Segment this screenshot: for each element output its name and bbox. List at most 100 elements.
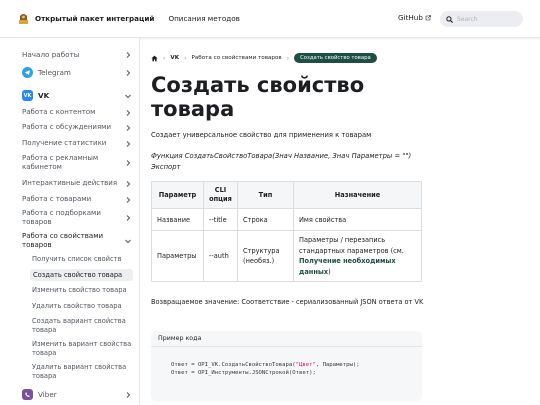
table-cell: Имя свойства	[293, 208, 422, 231]
chevron-right-icon[interactable]	[124, 391, 132, 399]
brand[interactable]: Открытый пакет интеграций	[18, 12, 154, 25]
sidebar-item-label: Работа с рекламным кабинетом	[22, 154, 99, 171]
breadcrumb-vk[interactable]: VK	[170, 55, 179, 61]
table-cell: Структура (необяз.)	[237, 230, 294, 282]
table-row: Параметры --auth Структура (необяз.) Пар…	[151, 230, 422, 282]
chevron-right-icon[interactable]	[124, 214, 132, 222]
column-header: Тип	[237, 181, 294, 209]
column-header: Назначение	[293, 181, 422, 209]
chevron-right-icon[interactable]	[124, 159, 132, 167]
sidebar: Начало работы Telegram VK VK Работа с ко…	[0, 38, 140, 405]
chevron-right-icon[interactable]	[124, 140, 132, 148]
sidebar-item-interactive[interactable]: Интерактивные действия	[22, 179, 117, 187]
code-token: Ответ = OPI_VK.СоздатьСвойствоТовара(	[171, 362, 296, 368]
sidebar-item-label: VK	[38, 91, 50, 100]
table-cell: Параметры / перезапись стандартных парам…	[293, 230, 422, 282]
table-cell: --title	[203, 208, 238, 231]
code-string: "Цвет"	[295, 362, 316, 368]
purpose-text: Параметры / перезапись стандартных парам…	[299, 236, 404, 255]
sidebar-item-discussions[interactable]: Работа с обсуждениями	[22, 123, 111, 131]
sidebar-item-label: Работа с подборками товаров	[22, 209, 101, 226]
chevron-down-icon[interactable]	[124, 92, 132, 100]
sidebar-item-create-property[interactable]: Создать свойство товара	[30, 269, 133, 281]
sidebar-item-delete-property[interactable]: Удалить свойство товара	[32, 302, 122, 310]
sidebar-item-collections[interactable]: Работа с подборками товаров	[22, 209, 117, 227]
sidebar-item-viber[interactable]: Viber	[22, 389, 57, 400]
breadcrumb-separator-icon: ›	[184, 54, 187, 62]
code-line-1: Ответ = OPI_VK.СоздатьСвойствоТовара("Цв…	[171, 362, 360, 368]
sidebar-item-edit-variant[interactable]: Изменить вариант свойства товара	[32, 340, 132, 358]
search-box[interactable]: Search	[440, 11, 523, 27]
sidebar-item-label: Viber	[38, 390, 57, 399]
code-example: Пример кода Ответ = OPI_VK.СоздатьСвойст…	[151, 331, 422, 401]
code-line-2: Ответ = OPI_Инструменты.JSONСтрокой(Отве…	[171, 370, 316, 376]
table-header-row: Параметр CLI опция Тип Назначение	[151, 181, 422, 209]
chevron-down-icon[interactable]	[124, 237, 132, 245]
methods-link[interactable]: Описания методов	[168, 14, 239, 23]
telegram-icon	[22, 67, 33, 78]
sidebar-item-vk[interactable]: VK VK	[22, 90, 49, 101]
code-block: Ответ = OPI_VK.СоздатьСвойствоТовара("Цв…	[151, 347, 422, 391]
sidebar-item-label: Создать вариант свойства товара	[32, 317, 126, 334]
breadcrumb-properties[interactable]: Работа со свойствами товаров	[191, 55, 281, 61]
sidebar-item-delete-variant[interactable]: Удалить вариант свойства товара	[32, 363, 132, 381]
code-example-header[interactable]: Пример кода	[151, 331, 422, 347]
sidebar-item-create-variant[interactable]: Создать вариант свойства товара	[32, 317, 132, 335]
parameters-table: Параметр CLI опция Тип Назначение Назван…	[151, 181, 422, 282]
sidebar-item-label: Изменить вариант свойства товара	[32, 340, 132, 357]
table-cell: Строка	[237, 208, 294, 231]
sidebar-item-products[interactable]: Работа с товарами	[22, 195, 91, 203]
chevron-right-icon[interactable]	[124, 180, 132, 188]
logo-icon	[19, 14, 28, 24]
sidebar-item-label: Работа со свойствами товаров	[22, 232, 104, 249]
vk-icon: VK	[22, 90, 33, 101]
github-link[interactable]: GitHub	[398, 13, 431, 22]
sidebar-item-label: Работа с обсуждениями	[22, 123, 111, 131]
table-row: Название --title Строка Имя свойства	[151, 208, 422, 231]
breadcrumb-separator-icon: ›	[286, 54, 290, 62]
breadcrumb: › VK › Работа со свойствами товаров › Со…	[151, 52, 377, 64]
sidebar-item-telegram[interactable]: Telegram	[22, 67, 71, 78]
table-cell: Параметры	[151, 230, 204, 282]
sidebar-item-label: Работа с контентом	[22, 108, 96, 116]
viber-icon	[22, 389, 33, 400]
sidebar-item-get-properties[interactable]: Получить список свойств	[32, 255, 122, 263]
sidebar-item-start[interactable]: Начало работы	[22, 50, 79, 59]
search-icon	[446, 15, 453, 23]
required-data-link[interactable]: Получение необходимых данных	[299, 257, 396, 276]
top-navbar: Открытый пакет интеграций Описания метод…	[0, 0, 540, 38]
chevron-right-icon[interactable]	[124, 69, 132, 77]
sidebar-item-label: Создать свойство товара	[33, 271, 123, 279]
breadcrumb-current: Создать свойство товара	[294, 53, 377, 63]
home-icon[interactable]	[151, 55, 158, 62]
sidebar-item-content[interactable]: Работа с контентом	[22, 108, 95, 116]
function-signature: Функция СоздатьСвойствоТовара(Знач Назва…	[151, 152, 412, 171]
page-description: Создает универсальное свойство для приме…	[151, 131, 372, 139]
column-header: CLI опция	[203, 181, 238, 209]
page-title: Создать свойство товара	[151, 73, 365, 121]
table-cell: Название	[151, 208, 204, 231]
sidebar-item-label: Удалить свойство товара	[32, 302, 122, 310]
sidebar-item-ads[interactable]: Работа с рекламным кабинетом	[22, 154, 117, 172]
sidebar-item-label: Удалить вариант свойства товара	[32, 363, 127, 380]
sidebar-item-label: Интерактивные действия	[22, 179, 118, 187]
chevron-right-icon[interactable]	[124, 196, 132, 204]
chevron-right-icon[interactable]	[124, 109, 132, 117]
sidebar-item-label: Начало работы	[22, 50, 80, 59]
search-input[interactable]: Search	[457, 16, 478, 23]
chevron-right-icon[interactable]	[124, 51, 132, 59]
table-cell: --auth	[203, 230, 238, 282]
sidebar-item-properties[interactable]: Работа со свойствами товаров	[22, 232, 117, 250]
sidebar-item-label: Изменить свойство товара	[32, 286, 127, 294]
sidebar-item-label: Получить список свойств	[32, 255, 122, 263]
code-token: , Параметры);	[315, 362, 360, 368]
sidebar-item-label: Telegram	[38, 68, 71, 77]
sidebar-item-statistics[interactable]: Получение статистики	[22, 139, 106, 147]
sidebar-item-label: Получение статистики	[22, 139, 107, 147]
site-title[interactable]: Открытый пакет интеграций	[35, 14, 154, 23]
purpose-tail: )	[328, 267, 331, 276]
chevron-right-icon[interactable]	[124, 124, 132, 132]
sidebar-item-edit-property[interactable]: Изменить свойство товара	[32, 286, 127, 294]
return-value: Возвращаемое значение: Соответствие - се…	[151, 298, 424, 306]
github-label[interactable]: GitHub	[398, 13, 423, 22]
